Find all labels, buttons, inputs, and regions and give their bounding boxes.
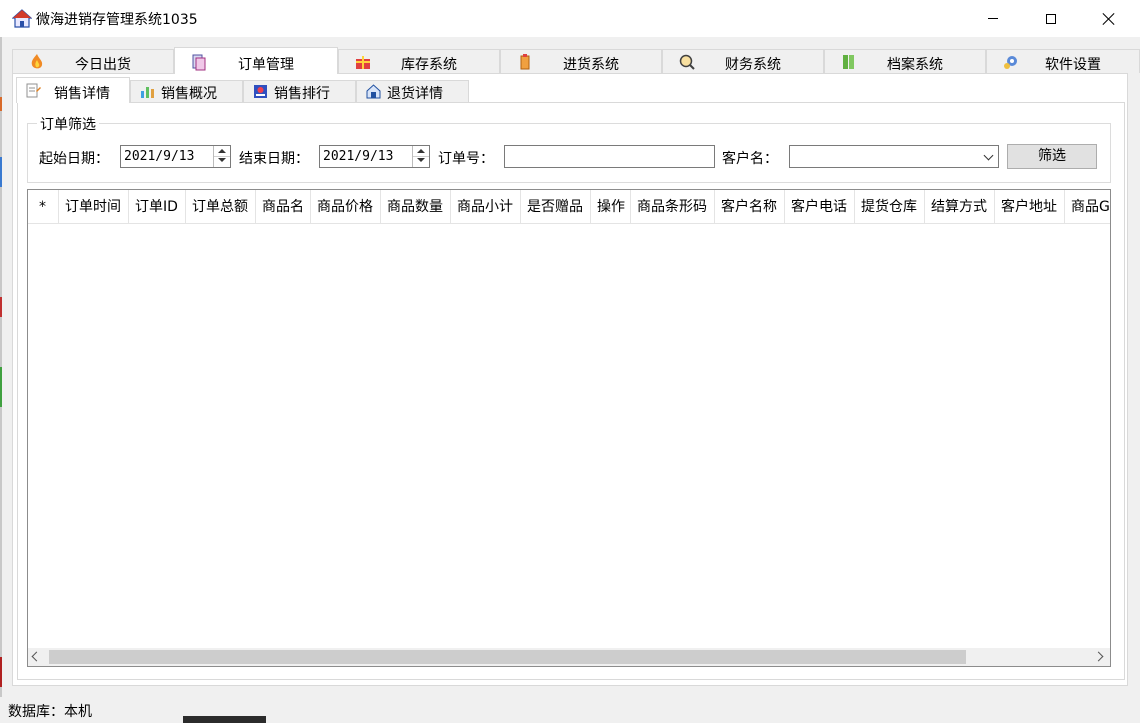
tab-today-shipping[interactable]: 今日出货 (12, 49, 174, 73)
tab-sales-details[interactable]: 销售详情 (16, 77, 130, 103)
ranking-icon (254, 85, 267, 98)
close-button[interactable] (1086, 0, 1132, 37)
customer-name-label: 客户名： (722, 151, 778, 167)
taskbar-fragment (183, 716, 266, 723)
title-bar: 微海进销存管理系统1035 (0, 0, 1140, 37)
start-date-spinner[interactable] (213, 146, 230, 167)
start-date-picker[interactable]: 2021/9/13 (120, 145, 231, 168)
maximize-icon (1046, 13, 1056, 24)
column-header[interactable]: * (28, 190, 59, 224)
customer-name-combo[interactable] (789, 145, 999, 168)
close-icon (1102, 12, 1116, 26)
arrow-left-icon[interactable] (31, 651, 42, 662)
column-header[interactable]: 商品名 (256, 190, 311, 224)
tab-label: 财务系统 (725, 57, 781, 73)
tab-label: 档案系统 (887, 57, 943, 73)
sub-tab-strip: 销售详情 销售概况 销售排行 退货详情 (16, 77, 476, 103)
house-icon (12, 9, 32, 28)
column-header[interactable]: 商品数量 (381, 190, 451, 224)
tab-label: 销售排行 (274, 86, 330, 102)
window-left-edge (0, 37, 2, 723)
return-icon (366, 84, 381, 99)
main-tab-strip: 今日出货 订单管理 库存系统 进货系统 财务系统 档案系统 软件设置 (12, 47, 1140, 74)
tab-label: 软件设置 (1045, 57, 1101, 73)
filter-button[interactable]: 筛选 (1007, 144, 1097, 169)
tab-label: 销售概况 (161, 86, 217, 102)
column-header[interactable]: 客户电话 (785, 190, 855, 224)
end-date-spinner[interactable] (412, 146, 429, 167)
column-header[interactable]: 商品价格 (311, 190, 381, 224)
spin-down-icon[interactable] (214, 156, 230, 166)
tab-label: 今日出货 (75, 57, 131, 73)
end-date-picker[interactable]: 2021/9/13 (319, 145, 430, 168)
tab-label: 订单管理 (238, 57, 294, 73)
column-header[interactable]: 客户名称 (715, 190, 785, 224)
order-no-input[interactable] (504, 145, 715, 168)
spin-down-icon[interactable] (413, 156, 429, 166)
tab-archive-system[interactable]: 档案系统 (824, 49, 986, 73)
tab-sales-ranking[interactable]: 销售排行 (243, 80, 356, 102)
minimize-icon (988, 18, 998, 19)
tab-order-management[interactable]: 订单管理 (174, 47, 338, 74)
maximize-button[interactable] (1028, 0, 1074, 37)
chart-icon (141, 87, 154, 98)
chevron-down-icon[interactable] (983, 150, 994, 161)
column-header[interactable]: 商品条形码 (631, 190, 715, 224)
tab-purchasing-system[interactable]: 进货系统 (500, 49, 662, 73)
window-title: 微海进销存管理系统1035 (36, 12, 198, 28)
start-date-label: 起始日期： (39, 151, 109, 167)
edit-list-icon (26, 83, 41, 98)
sales-details-grid[interactable]: * 订单时间 订单ID 订单总额 商品名 商品价格 商品数量 商品小计 是否赠品… (27, 189, 1111, 667)
end-date-label: 结束日期： (239, 151, 309, 167)
order-filter-title: 订单筛选 (37, 114, 99, 134)
status-bar: 数据库：本机 (0, 697, 1140, 723)
database-status: 数据库：本机 (8, 704, 92, 720)
column-header[interactable]: 商品G (1065, 190, 1110, 224)
tab-return-details[interactable]: 退货详情 (356, 80, 469, 102)
column-header[interactable]: 客户地址 (995, 190, 1065, 224)
tab-label: 退货详情 (387, 86, 443, 102)
tab-finance-system[interactable]: 财务系统 (662, 49, 824, 73)
minimize-button[interactable] (970, 0, 1016, 37)
column-header[interactable]: 操作 (591, 190, 631, 224)
tab-inventory-system[interactable]: 库存系统 (338, 49, 500, 73)
column-header[interactable]: 结算方式 (925, 190, 995, 224)
tab-sales-overview[interactable]: 销售概况 (130, 80, 243, 102)
end-date-value: 2021/9/13 (323, 149, 394, 164)
column-header[interactable]: 提货仓库 (855, 190, 925, 224)
tab-label: 销售详情 (54, 86, 110, 102)
column-header[interactable]: 订单总额 (186, 190, 256, 224)
column-header[interactable]: 订单时间 (59, 190, 129, 224)
scrollbar-thumb[interactable] (49, 650, 966, 664)
tab-label: 库存系统 (401, 57, 457, 73)
tab-label: 进货系统 (563, 57, 619, 73)
tab-software-settings[interactable]: 软件设置 (986, 49, 1140, 73)
column-header[interactable]: 是否赠品 (521, 190, 591, 224)
column-header[interactable]: 订单ID (129, 190, 186, 224)
start-date-value: 2021/9/13 (124, 149, 195, 164)
horizontal-scrollbar[interactable] (28, 648, 1110, 666)
order-no-label: 订单号： (438, 151, 494, 167)
column-header[interactable]: 商品小计 (451, 190, 521, 224)
arrow-right-icon[interactable] (1093, 651, 1104, 662)
